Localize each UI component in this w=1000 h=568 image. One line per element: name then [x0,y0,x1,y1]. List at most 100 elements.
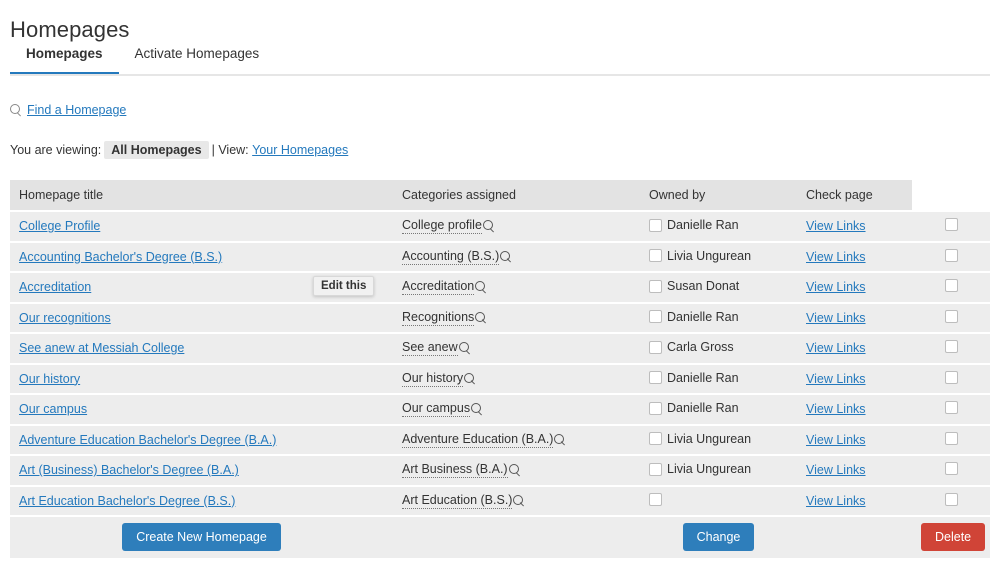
row-select-checkbox[interactable] [944,401,958,415]
change-button[interactable]: Change [682,522,755,552]
owner-group: Danielle Ran [649,310,739,324]
cell-homepage-title: See anew at Messiah College [10,332,393,364]
row-select-checkbox[interactable] [944,492,958,506]
row-select-checkbox[interactable] [944,309,958,323]
homepage-title-link[interactable]: See anew at Messiah College [19,341,184,355]
view-links-link[interactable]: View Links [806,372,866,386]
table-row: See anew at Messiah College See anew Carla… [10,332,990,364]
cell-homepage-title: Our history [10,362,393,394]
table-row: Accounting Bachelor's Degree (B.S.) Accou… [10,240,990,272]
view-links-link[interactable]: View Links [806,250,866,264]
view-links-link[interactable]: View Links [806,463,866,477]
owner-checkbox[interactable] [649,310,662,323]
homepage-title-link[interactable]: Art (Business) Bachelor's Degree (B.A.) [19,463,239,477]
cell-select [912,362,990,394]
category-assigned: Accreditation [402,279,487,296]
category-search-icon[interactable] [475,281,487,293]
category-search-icon[interactable] [464,372,476,385]
category-search-icon[interactable] [554,433,566,446]
category-assigned: College profile [402,218,495,235]
cell-empty-action-check [797,514,912,558]
category-assigned: Our campus [402,401,483,418]
row-select-checkbox[interactable] [944,248,958,262]
owner-group: Carla Gross [649,340,734,354]
owner-group: Danielle Ran [649,401,739,415]
your-homepages-link[interactable]: Your Homepages [252,143,348,157]
viewing-prefix-label: You are viewing: [10,143,102,157]
homepage-title-link[interactable]: Accounting Bachelor's Degree (B.S.) [19,250,222,264]
row-select-checkbox[interactable] [944,218,958,232]
owner-checkbox[interactable] [649,218,662,232]
table-header: Homepage title Categories assigned Owned… [10,180,990,211]
tab-activate-homepages[interactable]: Activate Homepages [119,44,276,72]
category-assigned: Accounting (B.S.) [402,249,512,265]
category-search-icon[interactable] [482,220,495,232]
owner-group: Susan Donat [649,279,739,293]
owner-name: Danielle Ran [667,401,739,415]
view-links-link[interactable]: View Links [806,280,866,294]
owner-checkbox[interactable] [649,432,662,445]
owner-checkbox[interactable] [649,371,662,384]
owner-checkbox[interactable] [649,340,662,354]
category-assigned: Our history [402,371,476,387]
homepage-title-link[interactable]: Our recognitions [19,311,111,325]
homepages-page: Homepages Homepages Activate Homepages F… [0,0,1000,568]
owner-checkbox[interactable] [649,492,662,506]
category-name: Recognitions [402,309,475,326]
owner-checkbox[interactable] [649,462,662,476]
row-select-checkbox[interactable] [944,370,958,384]
tab-homepages[interactable]: Homepages [10,44,119,74]
homepage-title-link[interactable]: Our history [19,372,80,386]
homepage-title-link[interactable]: Our campus [19,402,87,416]
category-name: Our campus [402,401,471,418]
owner-checkbox[interactable] [649,249,662,262]
table-row: Accreditation Accreditation Susan Donat Vie… [10,271,990,303]
homepage-title-link[interactable]: Accreditation [19,280,91,294]
row-select-checkbox[interactable] [944,340,958,354]
category-search-icon[interactable] [475,311,487,324]
owner-checkbox[interactable] [649,279,662,293]
cell-check-page: View Links [797,484,912,516]
owner-checkbox[interactable] [649,401,662,415]
cell-homepage-title: College Profile [10,210,393,242]
delete-button[interactable]: Delete [921,522,986,552]
view-links-link[interactable]: View Links [806,494,866,508]
cell-category: Accounting (B.S.) [393,240,640,272]
category-assigned: Adventure Education (B.A.) [402,432,566,448]
cell-homepage-title: Art Education Bachelor's Degree (B.S.) [10,484,393,516]
category-name: Accreditation [402,279,475,296]
table-header-row: Homepage title Categories assigned Owned… [10,180,990,211]
cell-select [912,240,990,272]
cell-category: Accreditation [393,271,640,303]
category-name: Accounting (B.S.) [402,248,500,265]
cell-select [912,210,990,242]
owner-group: Livia Ungurean [649,462,751,476]
view-links-link[interactable]: View Links [806,311,866,325]
table-row: College Profile College profile Danielle R… [10,210,990,242]
category-search-icon[interactable] [513,494,525,507]
category-search-icon[interactable] [508,464,521,476]
cell-owner: Susan Donat [640,271,797,303]
create-new-homepage-button[interactable]: Create New Homepage [122,522,281,552]
category-search-icon[interactable] [471,403,483,415]
row-select-checkbox[interactable] [944,462,958,476]
view-links-link[interactable]: View Links [806,341,866,355]
cell-delete-action: Delete [912,514,990,558]
category-search-icon[interactable] [458,342,471,354]
category-name: College profile [402,218,482,235]
cell-check-page: View Links [797,393,912,425]
cell-owner [640,484,797,516]
view-links-link[interactable]: View Links [806,402,866,416]
view-links-link[interactable]: View Links [806,219,866,233]
homepage-title-link[interactable]: Art Education Bachelor's Degree (B.S.) [19,494,235,508]
row-select-checkbox[interactable] [944,431,958,445]
row-select-checkbox[interactable] [944,279,958,293]
homepage-title-link[interactable]: College Profile [19,219,100,233]
find-a-homepage-link[interactable]: Find a Homepage [27,103,126,117]
cell-category: Recognitions [393,301,640,333]
homepage-title-link[interactable]: Adventure Education Bachelor's Degree (B… [19,433,276,447]
cell-category: Our campus [393,393,640,425]
view-links-link[interactable]: View Links [806,433,866,447]
owner-name: Danielle Ran [667,370,739,385]
category-search-icon[interactable] [500,250,512,263]
